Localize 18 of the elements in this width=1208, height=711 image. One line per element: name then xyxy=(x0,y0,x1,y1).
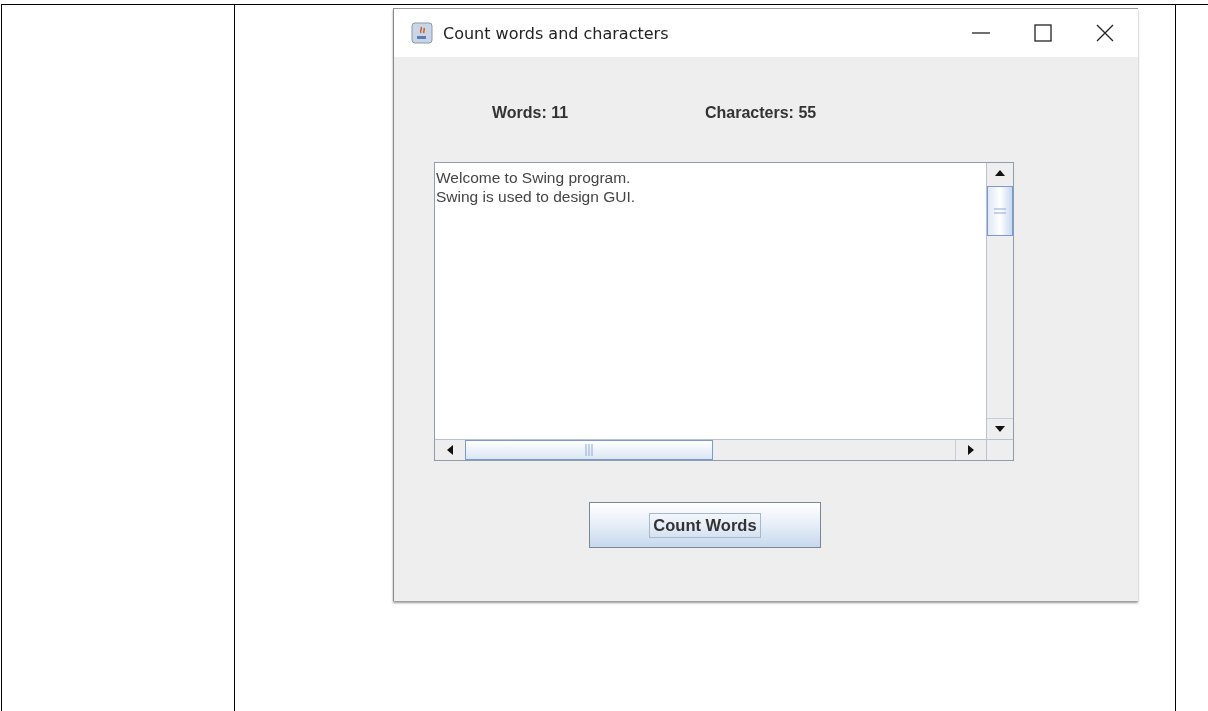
maximize-icon[interactable] xyxy=(1034,24,1052,42)
scroll-thumb[interactable] xyxy=(987,186,1013,236)
count-label: Characters: 55 xyxy=(705,104,818,122)
left-arrow-icon[interactable] xyxy=(447,445,453,455)
right-arrow-icon[interactable] xyxy=(968,445,974,455)
up-arrow-icon[interactable] xyxy=(995,170,1005,176)
close-icon[interactable] xyxy=(1096,24,1114,42)
text-line: Welcome to Swing program. xyxy=(436,168,632,187)
count-label: Words: 11 xyxy=(492,104,570,122)
horizontal-scrollbar[interactable] xyxy=(435,439,986,460)
scrollbar-corner xyxy=(986,439,1013,460)
text-area[interactable]: Welcome to Swing program. Swing is used to design GUI. xyxy=(434,162,1014,461)
vertical-scrollbar[interactable] xyxy=(986,163,1013,439)
scroll-thumb[interactable] xyxy=(465,440,713,460)
text-line: Swing is used to design GUI. xyxy=(436,187,637,206)
count-words-button[interactable]: Count Words xyxy=(589,502,821,548)
down-arrow-icon[interactable] xyxy=(995,426,1005,432)
window-title: Count words and characters xyxy=(443,23,670,43)
